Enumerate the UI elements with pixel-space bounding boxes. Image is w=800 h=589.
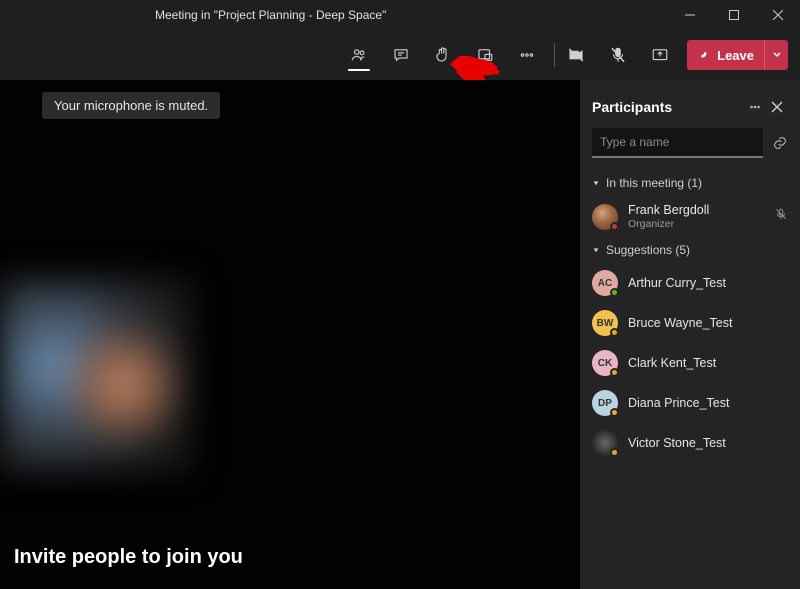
status-dot <box>610 222 619 231</box>
panel-title: Participants <box>592 99 744 115</box>
participant-name: Frank Bergdoll <box>628 203 709 218</box>
section-suggestions[interactable]: Suggestions (5) <box>580 237 800 263</box>
breakout-rooms-icon[interactable] <box>472 35 498 75</box>
participant-name: Clark Kent_Test <box>628 356 716 371</box>
status-dot <box>610 448 619 457</box>
participant-name: Victor Stone_Test <box>628 436 726 451</box>
participant-row[interactable]: CK Clark Kent_Test <box>592 343 788 383</box>
share-screen-icon[interactable] <box>647 35 673 75</box>
participant-row[interactable]: Victor Stone_Test <box>592 423 788 463</box>
section-in-meeting[interactable]: In this meeting (1) <box>580 170 800 196</box>
participants-icon[interactable] <box>346 35 372 75</box>
search-participants-input[interactable] <box>592 128 763 158</box>
avatar: BW <box>592 310 618 336</box>
leave-button[interactable]: Leave <box>687 48 764 63</box>
toolbar-separator <box>554 43 555 67</box>
more-actions-icon[interactable] <box>514 35 540 75</box>
status-dot <box>610 288 619 297</box>
invite-heading: Invite people to join you <box>14 546 243 569</box>
avatar: CK <box>592 350 618 376</box>
status-dot <box>610 368 619 377</box>
avatar <box>592 430 618 456</box>
panel-more-icon[interactable] <box>744 96 766 118</box>
participant-row[interactable]: DP Diana Prince_Test <box>592 383 788 423</box>
copy-link-icon[interactable] <box>771 133 788 153</box>
window-title: Meeting in "Project Planning - Deep Spac… <box>155 8 386 22</box>
section-label: Suggestions (5) <box>606 243 690 257</box>
participant-row[interactable]: Frank BergdollOrganizer <box>592 196 788 237</box>
participant-name: Arthur Curry_Test <box>628 276 726 291</box>
avatar: AC <box>592 270 618 296</box>
avatar: DP <box>592 390 618 416</box>
status-dot <box>610 408 619 417</box>
meeting-stage: Your microphone is muted. Invite people … <box>0 80 580 589</box>
participant-video-tile[interactable] <box>0 280 190 470</box>
minimize-button[interactable] <box>668 0 712 30</box>
close-window-button[interactable] <box>756 0 800 30</box>
participant-row[interactable]: BW Bruce Wayne_Test <box>592 303 788 343</box>
chat-icon[interactable] <box>388 35 414 75</box>
maximize-button[interactable] <box>712 0 756 30</box>
panel-close-icon[interactable] <box>766 96 788 118</box>
participants-panel: Participants In this meeting (1) Frank B… <box>580 80 800 589</box>
leave-label: Leave <box>717 48 754 63</box>
raise-hand-icon[interactable] <box>430 35 456 75</box>
muted-icon <box>774 207 788 226</box>
mic-muted-tip: Your microphone is muted. <box>42 92 220 119</box>
participant-name: Bruce Wayne_Test <box>628 316 732 331</box>
leave-chevron-icon[interactable] <box>764 40 788 70</box>
participant-role: Organizer <box>628 218 709 230</box>
avatar <box>592 204 618 230</box>
participant-row[interactable]: AC Arthur Curry_Test <box>592 263 788 303</box>
mic-off-icon[interactable] <box>605 35 631 75</box>
participant-name: Diana Prince_Test <box>628 396 729 411</box>
section-label: In this meeting (1) <box>606 176 702 190</box>
status-dot <box>610 328 619 337</box>
camera-off-icon[interactable] <box>563 35 589 75</box>
